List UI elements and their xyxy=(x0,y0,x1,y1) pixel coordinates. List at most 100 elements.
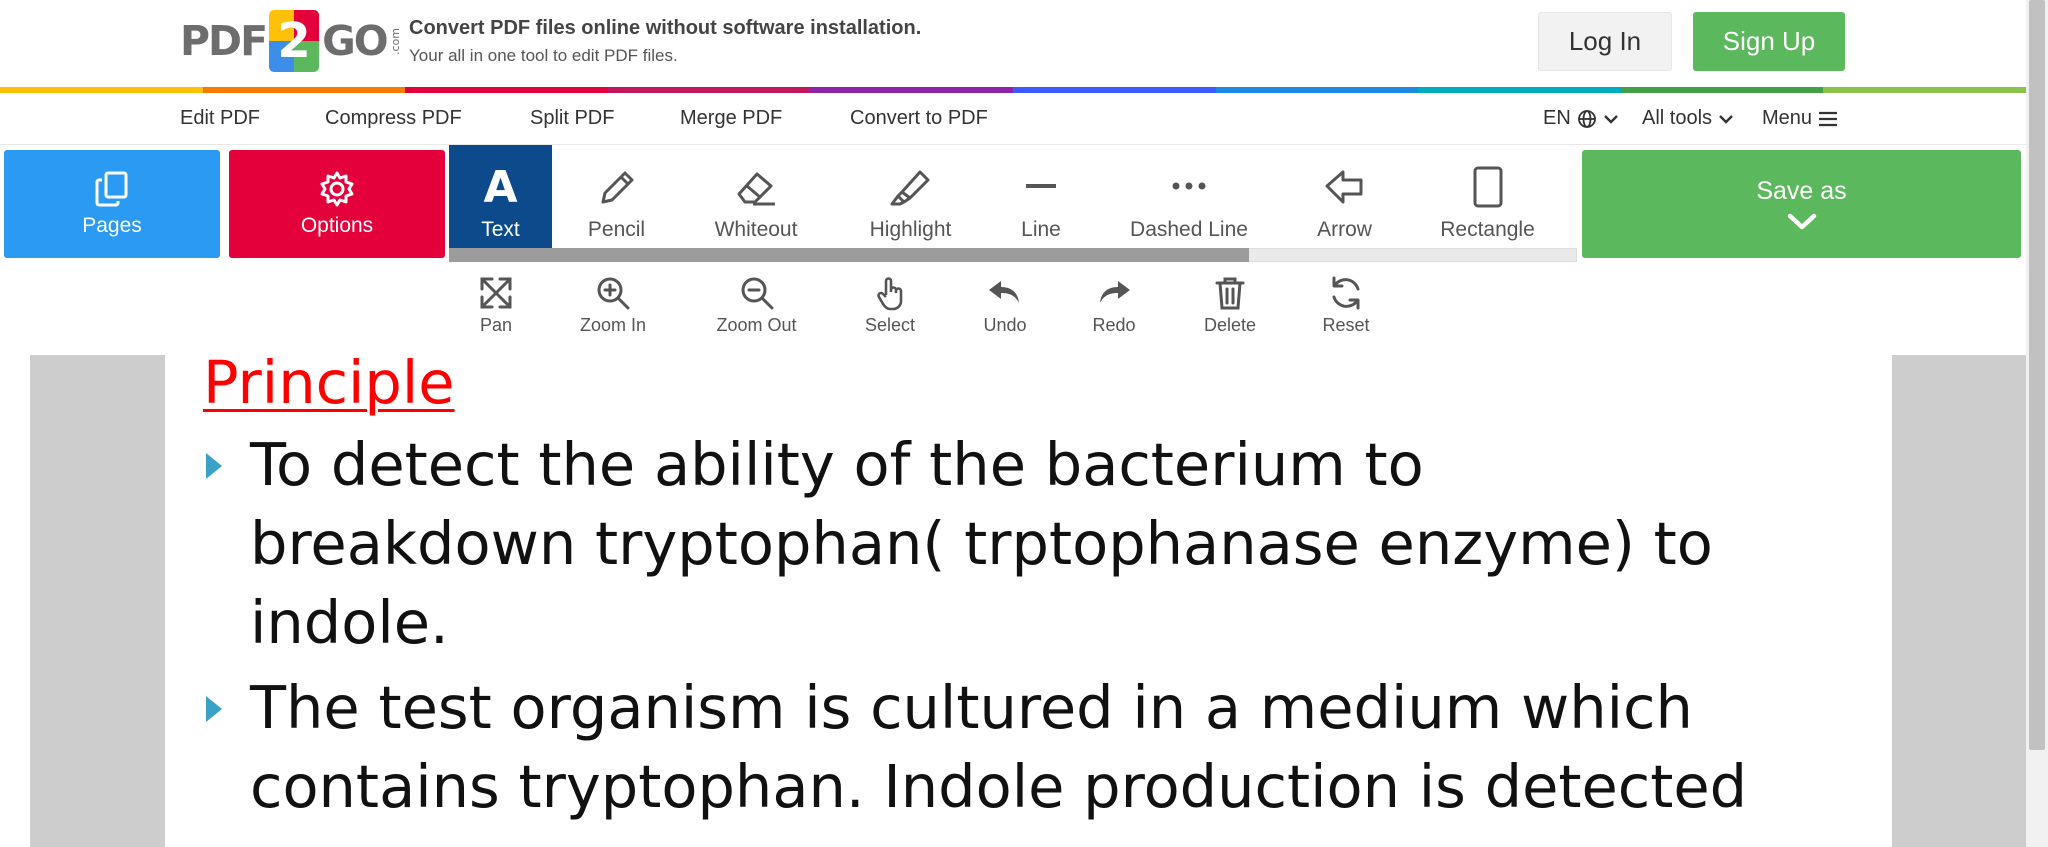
undo-button[interactable]: Undo xyxy=(980,275,1030,336)
chevron-down-icon xyxy=(1787,213,1816,229)
triangle-bullet-icon xyxy=(206,696,222,722)
language-label: EN xyxy=(1543,107,1571,129)
delete-button[interactable]: Delete xyxy=(1201,275,1259,336)
tool-label: Highlight xyxy=(869,218,952,241)
bullet-line: To detect the ability of the bacterium t… xyxy=(250,430,1424,499)
options-label: Options xyxy=(300,214,374,237)
eraser-icon xyxy=(737,172,775,206)
tool-dashed-line[interactable]: Dashed Line xyxy=(1119,145,1259,248)
logo-suffix: .com xyxy=(388,27,402,55)
undo-label: Undo xyxy=(983,315,1027,335)
bullet-line: indole. xyxy=(250,588,449,657)
tool-highlight[interactable]: Highlight xyxy=(858,145,963,248)
tool-arrow[interactable]: Arrow xyxy=(1307,145,1382,248)
page-scrollbar-thumb[interactable] xyxy=(2029,0,2045,750)
pages-label: Pages xyxy=(82,214,142,237)
logo-two-block: 2 xyxy=(269,10,320,72)
bullet-line: breakdown tryptophan( trptophanase enzym… xyxy=(250,509,1713,578)
top-nav: Edit PDF Compress PDF Split PDF Merge PD… xyxy=(0,93,2026,145)
tool-whiteout[interactable]: Whiteout xyxy=(700,145,812,248)
zoom-in-label: Zoom In xyxy=(579,315,647,335)
triangle-bullet-icon xyxy=(206,453,222,479)
tagline-title: Convert PDF files online without softwar… xyxy=(409,17,922,39)
tagline: Convert PDF files online without softwar… xyxy=(409,17,921,66)
tool-text[interactable]: A Text xyxy=(449,145,552,248)
nav-split-pdf[interactable]: Split PDF xyxy=(530,107,614,130)
page-scrollbar[interactable] xyxy=(2026,0,2048,847)
options-button[interactable]: Options xyxy=(229,150,445,258)
delete-label: Delete xyxy=(1203,315,1257,335)
zoom-out-icon xyxy=(741,277,773,310)
arrow-icon xyxy=(1325,170,1362,204)
chevron-down-icon xyxy=(1603,114,1618,124)
logo-text-left: PDF xyxy=(180,17,268,65)
tagline-subtitle: Your all in one tool to edit PDF files. xyxy=(409,46,678,65)
pdf-page[interactable]: Principle To detect the ability of the b… xyxy=(165,355,1892,847)
highlighter-icon xyxy=(890,170,929,206)
trash-icon xyxy=(1215,277,1245,310)
save-as-button[interactable]: Save as xyxy=(1582,150,2021,258)
zoom-in-icon xyxy=(597,277,630,310)
nav-edit-pdf[interactable]: Edit PDF xyxy=(180,107,260,130)
redo-button[interactable]: Redo xyxy=(1090,275,1138,336)
slide-title[interactable]: Principle xyxy=(203,355,455,417)
refresh-icon xyxy=(1332,276,1360,310)
expand-arrows-icon xyxy=(480,277,512,309)
undo-icon xyxy=(989,281,1019,303)
tool-label: Text xyxy=(481,218,520,241)
pan-button[interactable]: Pan xyxy=(475,275,517,336)
tool-rectangle[interactable]: Rectangle xyxy=(1435,145,1540,248)
reset-label: Reset xyxy=(1322,315,1370,335)
save-as-label: Save as xyxy=(1756,176,1847,205)
globe-icon xyxy=(1577,109,1596,128)
nav-merge-pdf[interactable]: Merge PDF xyxy=(680,107,782,130)
redo-icon xyxy=(1100,281,1130,303)
menu-label: Menu xyxy=(1762,107,1813,129)
pan-label: Pan xyxy=(479,315,513,335)
tool-label: Dashed Line xyxy=(1130,218,1248,241)
bullet-item[interactable]: The test organism is cultured in a mediu… xyxy=(206,668,1748,826)
tool-pencil[interactable]: Pencil xyxy=(560,145,673,248)
zoom-out-label: Zoom Out xyxy=(716,315,797,335)
pdf2go-logo[interactable]: PDF 2 GO .com xyxy=(180,10,402,72)
signup-button[interactable]: Sign Up xyxy=(1693,12,1845,71)
login-button[interactable]: Log In xyxy=(1538,12,1672,71)
all-tools-dropdown[interactable]: All tools xyxy=(1642,107,1734,130)
line-icon xyxy=(1026,184,1056,188)
nav-convert-to-pdf[interactable]: Convert to PDF xyxy=(850,107,988,130)
toolbar-scroll-thumb[interactable] xyxy=(449,248,1249,262)
language-selector[interactable]: EN xyxy=(1543,107,1619,130)
hamburger-icon xyxy=(1819,111,1838,126)
zoom-in-button[interactable]: Zoom In xyxy=(577,275,649,336)
text-icon: A xyxy=(483,162,518,213)
redo-label: Redo xyxy=(1092,315,1136,335)
zoom-out-button[interactable]: Zoom Out xyxy=(713,275,800,336)
bullet-item[interactable]: To detect the ability of the bacterium t… xyxy=(206,425,1713,662)
pages-icon xyxy=(95,171,128,207)
select-button[interactable]: Select xyxy=(862,275,918,336)
nav-compress-pdf[interactable]: Compress PDF xyxy=(325,107,462,130)
tool-label: Rectangle xyxy=(1440,218,1535,241)
pencil-icon xyxy=(601,171,633,204)
tool-label: Line xyxy=(1021,218,1061,241)
tool-label: Whiteout xyxy=(714,218,798,241)
select-label: Select xyxy=(864,315,916,335)
tool-label: Pencil xyxy=(587,218,646,241)
bullet-line: contains tryptophan. Indole production i… xyxy=(250,752,1748,821)
rectangle-icon xyxy=(1473,166,1502,208)
site-header: PDF 2 GO .com Convert PDF files online w… xyxy=(0,0,2048,89)
logo-text-middle: 2 xyxy=(277,13,311,69)
bullet-line: The test organism is cultured in a mediu… xyxy=(250,673,1693,742)
tool-line[interactable]: Line xyxy=(1007,145,1075,248)
gear-icon xyxy=(320,171,354,207)
hand-pointer-icon xyxy=(877,277,903,311)
menu-button[interactable]: Menu xyxy=(1762,107,1838,130)
logo-text-right: GO xyxy=(322,17,389,65)
all-tools-label: All tools xyxy=(1642,107,1713,129)
tool-label: Arrow xyxy=(1317,218,1372,241)
pages-button[interactable]: Pages xyxy=(4,150,220,258)
dashed-line-icon xyxy=(1172,182,1206,190)
reset-button[interactable]: Reset xyxy=(1321,275,1371,336)
chevron-down-icon xyxy=(1719,114,1733,124)
editor-toolbar: Pages Options A Text Pencil Whiteout Hig… xyxy=(0,145,2026,355)
